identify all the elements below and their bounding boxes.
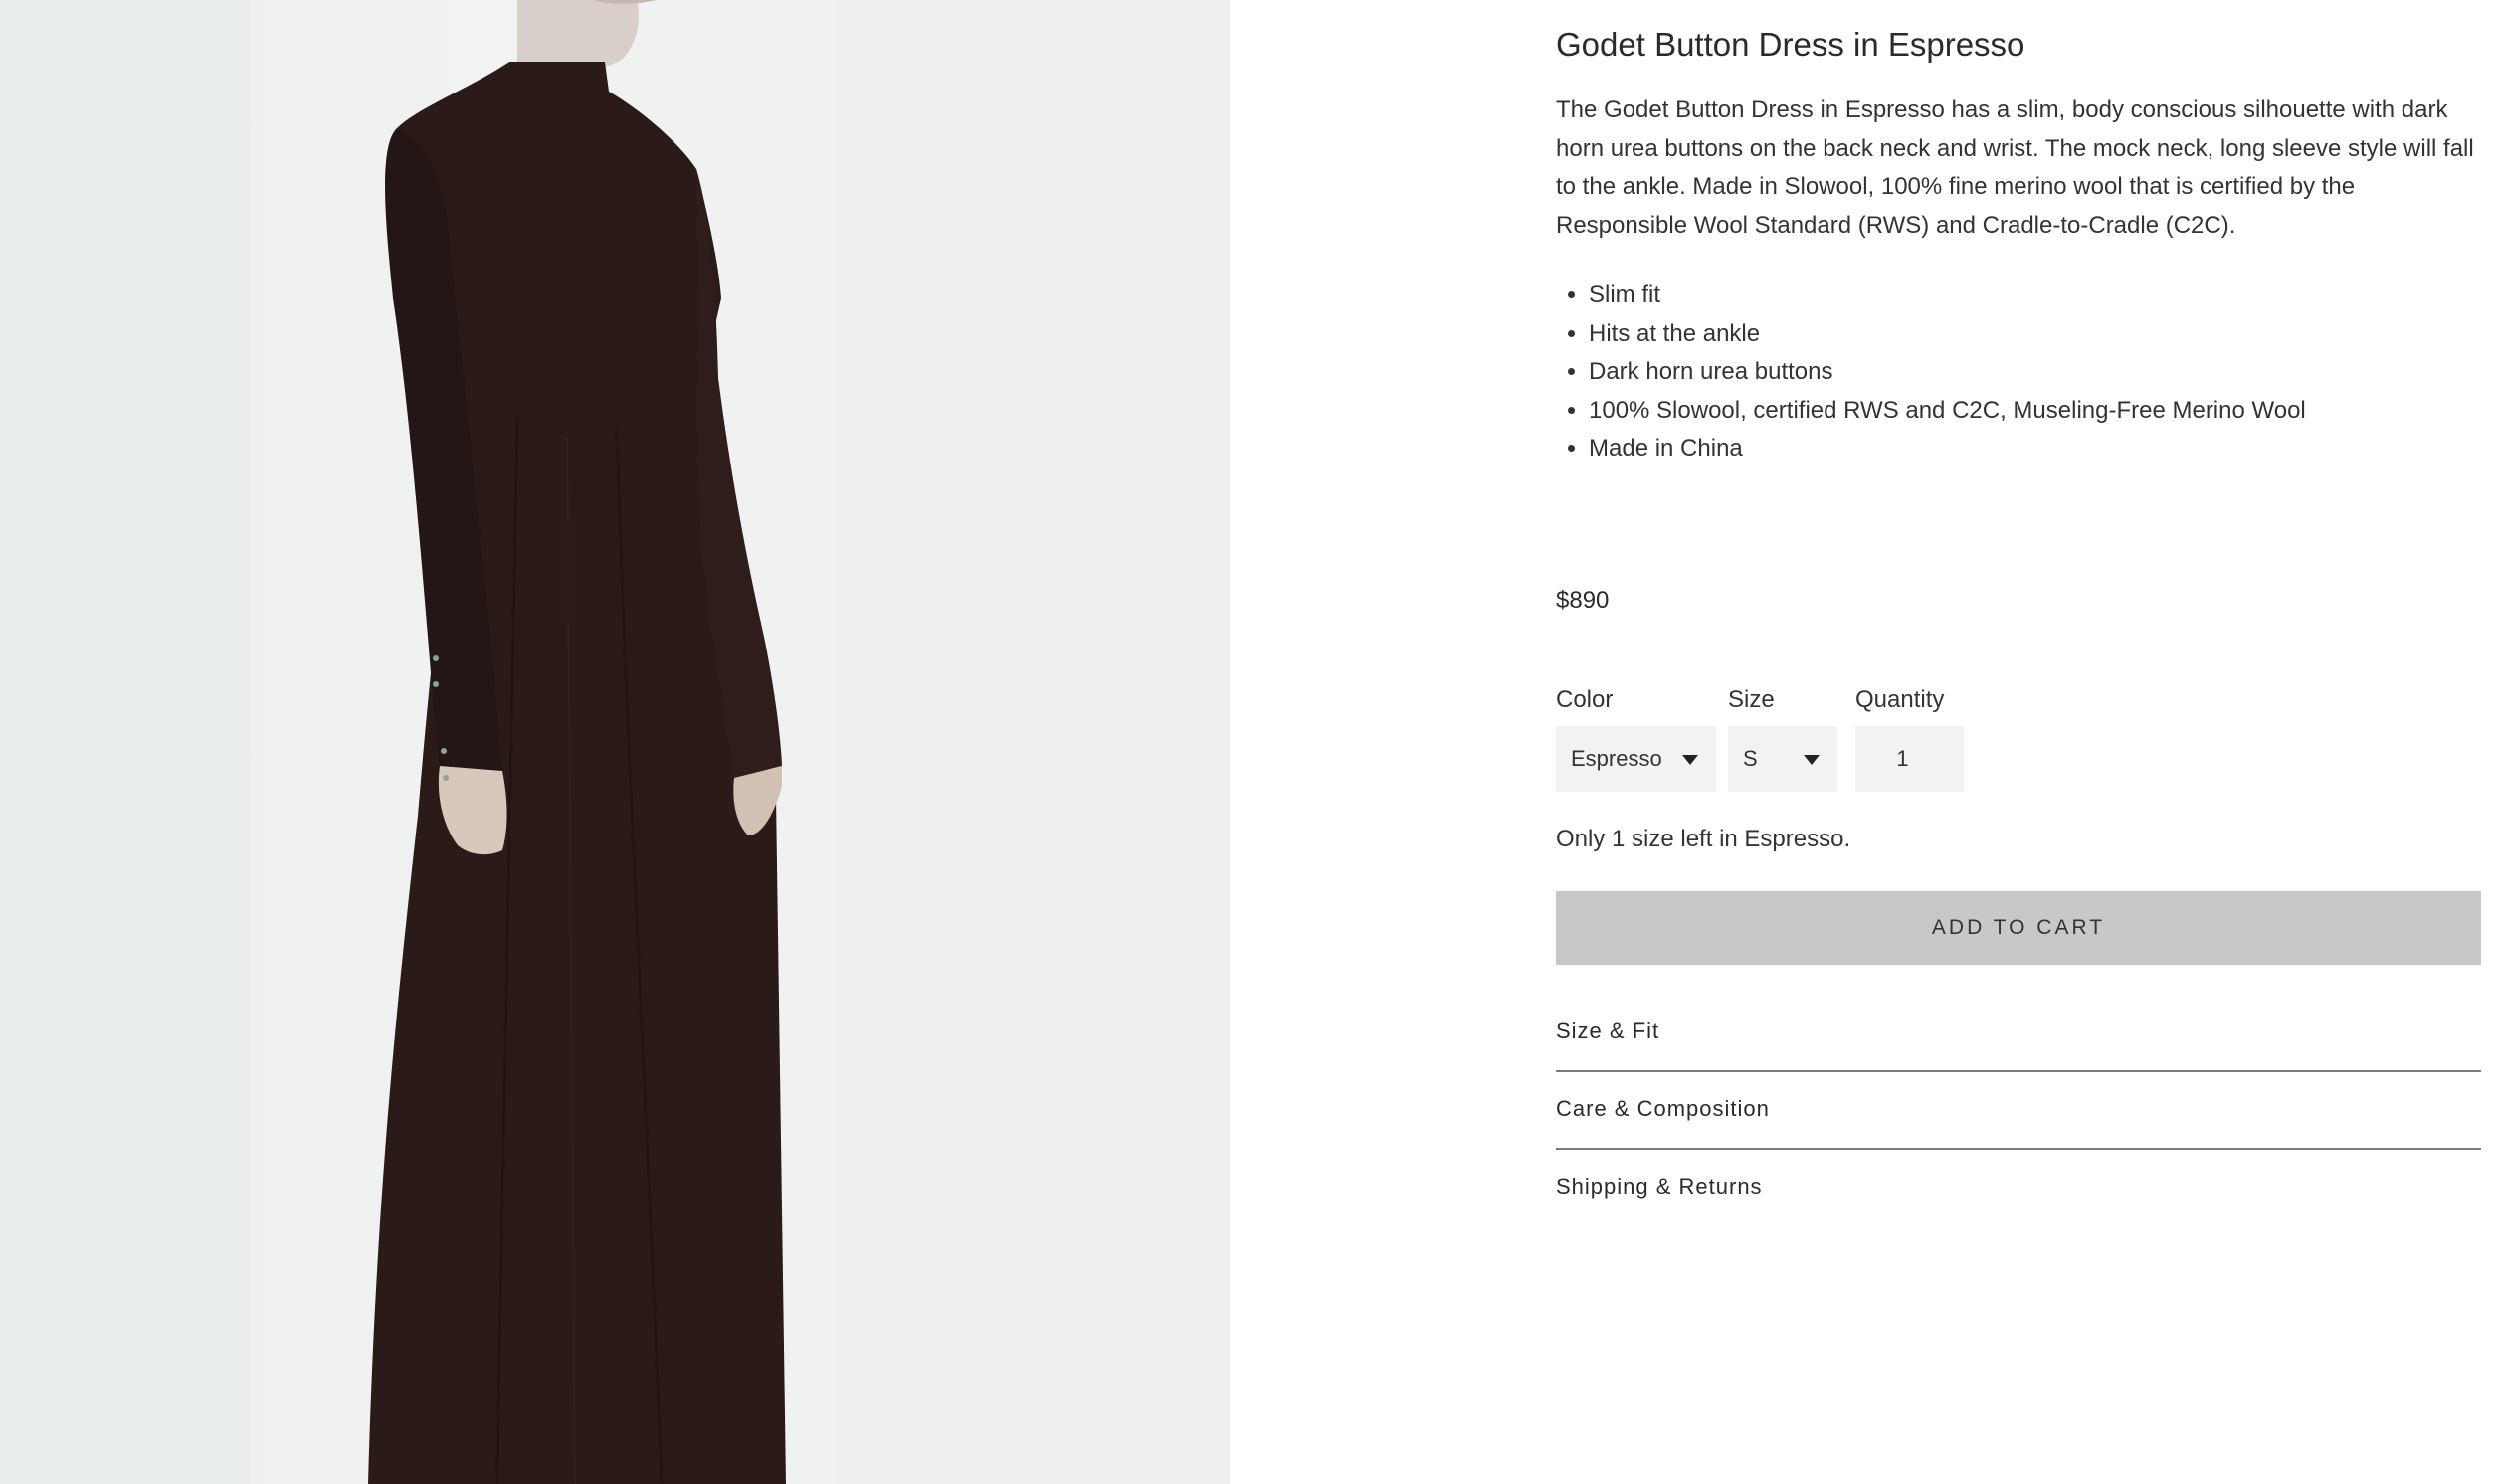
quantity-label: Quantity — [1855, 686, 1945, 713]
accordion-care-composition[interactable]: Care & Composition — [1556, 1072, 2481, 1148]
accordion-care-label: Care & Composition — [1556, 1096, 1770, 1121]
color-select[interactable]: Espresso — [1556, 726, 1716, 792]
color-select-value: Espresso — [1571, 746, 1662, 771]
chevron-down-icon — [1682, 755, 1698, 765]
feature-item: Hits at the ankle — [1589, 315, 2306, 354]
size-label: Size — [1728, 686, 1775, 713]
product-page: Godet Button Dress in Espresso The Godet… — [0, 0, 2499, 1484]
feature-item: Made in China — [1589, 430, 2306, 468]
color-label: Color — [1556, 686, 1614, 713]
add-to-cart-button[interactable]: ADD TO CART — [1556, 891, 2481, 965]
dress-photo — [0, 0, 1094, 1484]
feature-item: 100% Slowool, certified RWS and C2C, Mus… — [1589, 392, 2306, 431]
accordion-shipping-returns[interactable]: Shipping & Returns — [1556, 1150, 2481, 1225]
size-select-value: S — [1743, 746, 1758, 771]
product-info-accordion: Size & Fit Care & Composition Shipping &… — [1556, 995, 2481, 1225]
feature-item: Slim fit — [1589, 277, 2306, 315]
product-price: $890 — [1556, 587, 1610, 614]
accordion-shipping-label: Shipping & Returns — [1556, 1174, 1763, 1199]
product-description: The Godet Button Dress in Espresso has a… — [1556, 96, 2474, 239]
product-image[interactable] — [0, 0, 1230, 1484]
quantity-input[interactable] — [1855, 726, 1964, 792]
stock-note: Only 1 size left in Espresso. — [1556, 826, 1851, 852]
accordion-size-fit-label: Size & Fit — [1556, 1019, 1660, 1043]
feature-list: Slim fit Hits at the ankle Dark horn ure… — [1556, 277, 2306, 468]
feature-item: Dark horn urea buttons — [1589, 353, 2306, 392]
size-select[interactable]: S — [1728, 726, 1837, 792]
product-title: Godet Button Dress in Espresso — [1556, 26, 2025, 63]
chevron-down-icon — [1804, 755, 1820, 765]
accordion-size-fit[interactable]: Size & Fit — [1556, 995, 2481, 1070]
